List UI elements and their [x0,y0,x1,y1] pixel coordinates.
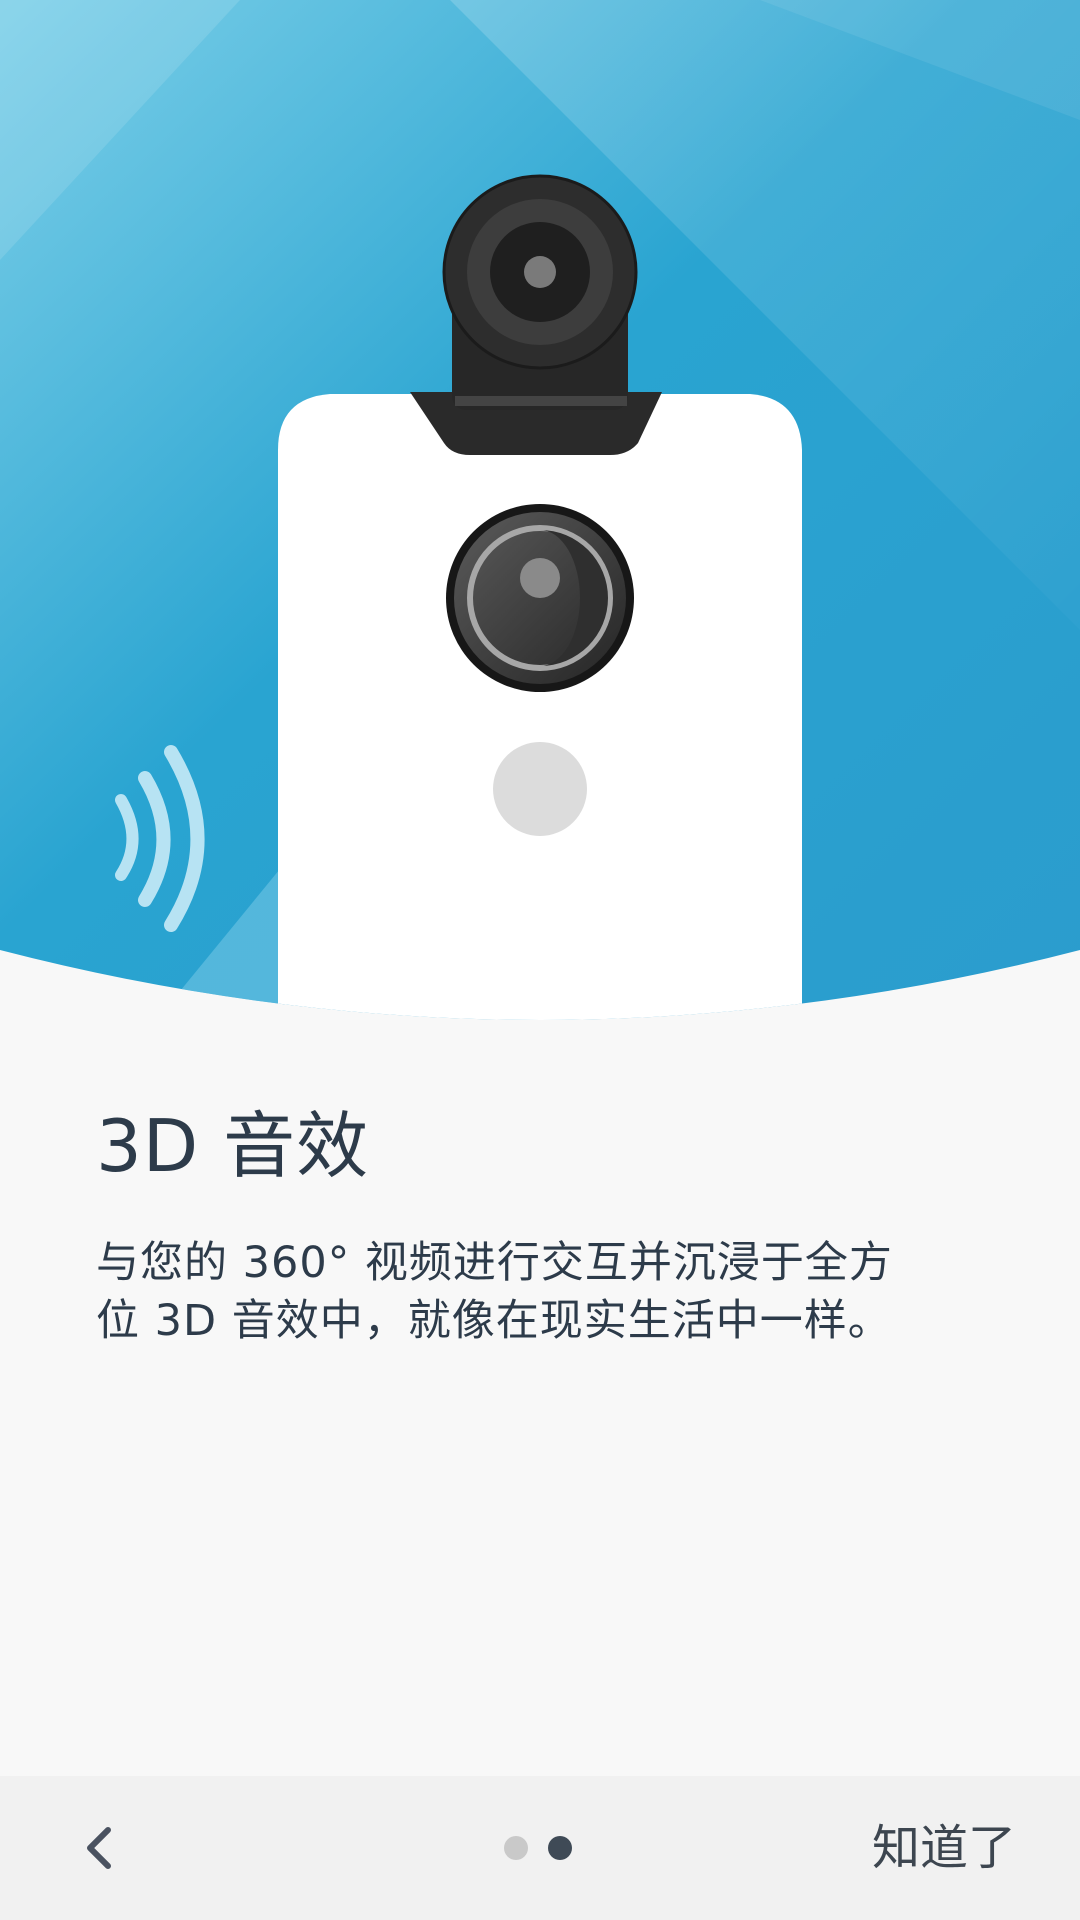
fingerprint-sensor [493,742,587,836]
onboarding-navigation-bar: 知道了 [0,1776,1080,1920]
description-line-1: 与您的 360° 视频进行交互并沉浸于全方 [96,1238,893,1288]
page-description: 与您的 360° 视频进行交互并沉浸于全方 位 3D 音效中，就像在现实生活中一… [96,1234,996,1350]
phone-body [278,394,802,1020]
rear-camera-lens [446,504,634,692]
camera-illustration [0,0,1080,1020]
chevron-left-icon [87,1827,111,1869]
onboarding-content: 3D 音效 与您的 360° 视频进行交互并沉浸于全方 位 3D 音效中，就像在… [96,1100,996,1350]
description-line-2: 位 3D 音效中，就像在现实生活中一样。 [96,1296,892,1346]
onboarding-screen: 3D 音效 与您的 360° 视频进行交互并沉浸于全方 位 3D 音效中，就像在… [0,0,1080,1920]
page-dot-2-active [548,1836,572,1860]
back-button[interactable] [56,1804,144,1892]
page-dot-1 [504,1836,528,1860]
hero-illustration [0,0,1080,1040]
page-indicator [504,1834,572,1862]
page-title: 3D 音效 [96,1104,370,1188]
got-it-button[interactable]: 知道了 [864,1804,1024,1892]
